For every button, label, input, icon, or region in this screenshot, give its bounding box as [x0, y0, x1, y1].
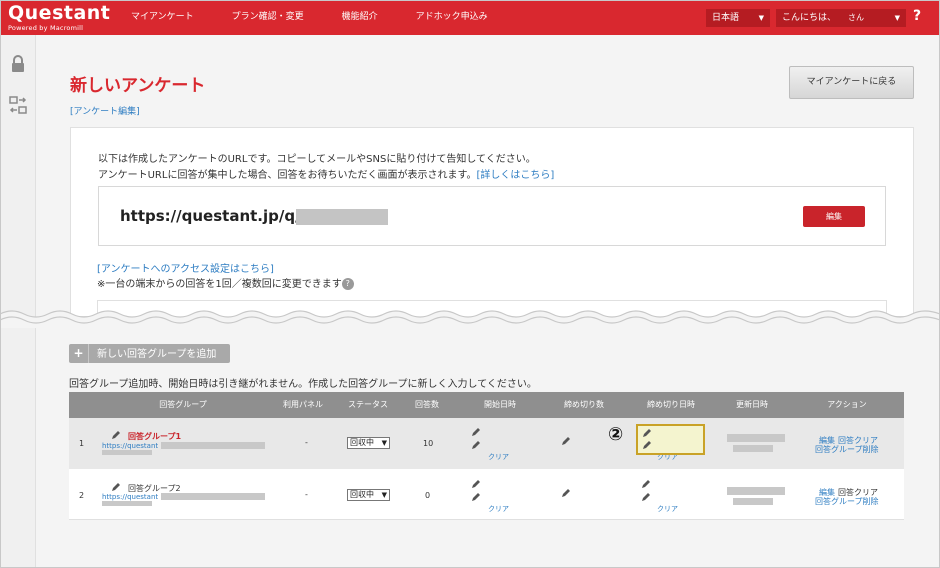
window-frame	[0, 0, 940, 568]
